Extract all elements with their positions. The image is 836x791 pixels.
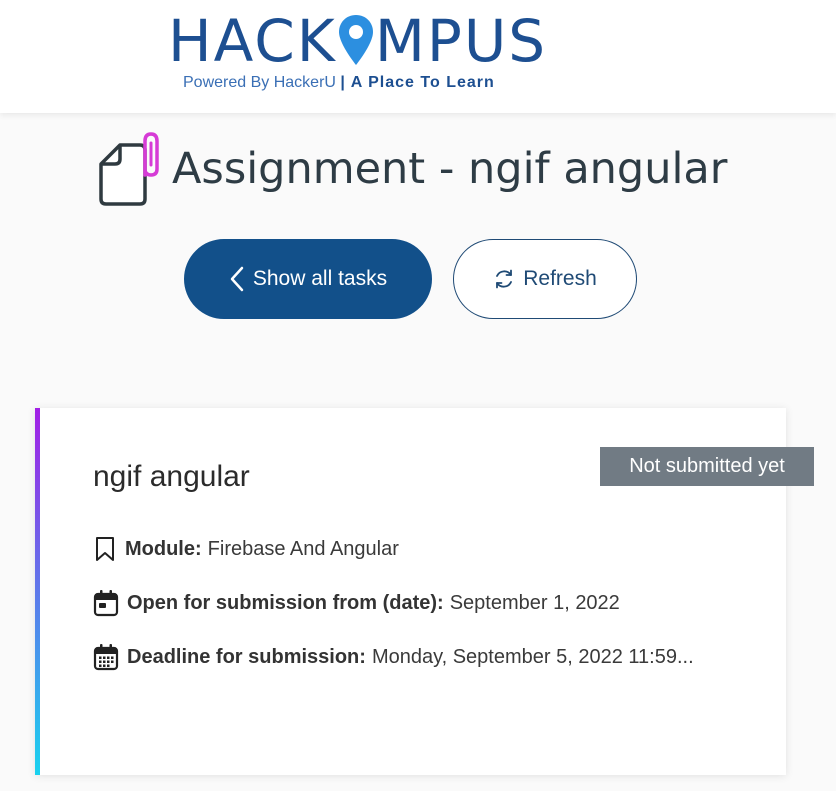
deadline-row: Deadline for submission: Monday, Septemb… [93,642,694,672]
calendar-grid-icon [93,644,119,671]
module-row: Module: Firebase And Angular [93,534,399,564]
module-value: Firebase And Angular [207,537,399,560]
deadline-label: Deadline for submission: [127,645,366,668]
location-pin-icon [338,15,373,65]
open-date-label: Open for submission from (date): [127,591,444,614]
page-title-row: Assignment - ngif angular [98,129,727,209]
card-accent-bar [35,408,40,775]
logo-wordmark: HACK MPUS [168,8,547,74]
assignment-card: Not submitted yet ngif angular Module: F… [35,408,814,775]
show-all-tasks-button[interactable]: Show all tasks [184,239,432,319]
page-title: Assignment - ngif angular [172,144,728,194]
refresh-label: Refresh [523,267,597,290]
logo-tagline: Powered By HackerU | A Place To Learn [183,74,495,92]
card-title: ngif angular [93,460,250,493]
logo-word-right: MPUS [374,7,548,75]
site-header: HACK MPUS Powered By HackerU | A Place T… [0,0,836,113]
page-content: Assignment - ngif angular Show all tasks… [0,113,836,791]
module-label: Module: [125,537,202,560]
logo-tagline-strong: | A Place To Learn [340,74,495,91]
deadline-value: Monday, September 5, 2022 11:59... [371,645,694,668]
bookmark-icon [96,537,114,561]
calendar-event-icon [93,590,119,617]
chevron-left-icon [230,266,244,292]
open-date-value: September 1, 2022 [449,591,620,614]
refresh-button[interactable]: Refresh [453,239,637,319]
logo-tagline-normal: Powered By HackerU [183,74,341,91]
show-all-tasks-label: Show all tasks [252,267,388,290]
document-paperclip-icon [99,132,159,206]
open-date-row: Open for submission from (date): Septemb… [93,588,620,618]
logo-word-left: HACK [168,7,337,75]
refresh-icon [496,269,513,289]
status-badge: Not submitted yet [600,447,814,486]
hackompus-logo[interactable]: HACK MPUS Powered By HackerU | A Place T… [168,8,560,98]
